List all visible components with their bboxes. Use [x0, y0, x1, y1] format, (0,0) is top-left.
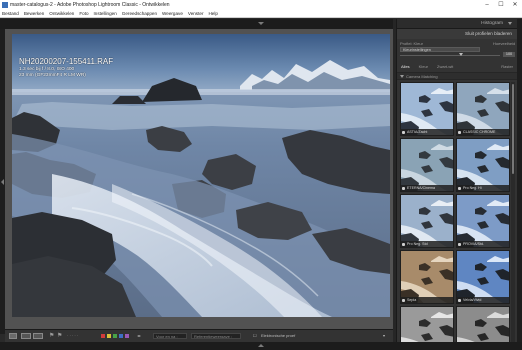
profile-name: Pro Neg. Std	[401, 241, 453, 247]
profile-thumbnail-grid: ASTIA/Zacht CLASSIC CHROME ETERNA/Cinema Pr…	[400, 82, 514, 342]
show-filmstrip-arrow-icon[interactable]	[258, 344, 264, 347]
close-profile-browser-link[interactable]: Sluit profielen bladeren	[465, 29, 512, 39]
camera-icon	[458, 131, 461, 134]
color-label-yellow[interactable]	[107, 334, 111, 338]
menu-bestand[interactable]: Bestand	[2, 10, 19, 17]
profile-name: Pro Neg. Hi	[457, 185, 509, 191]
maximize-button[interactable]: ☐	[494, 0, 508, 10]
amount-slider-knob[interactable]	[459, 53, 463, 56]
grid-view-dropdown[interactable]: Raster	[501, 63, 513, 71]
histogram-header[interactable]: Histogram	[397, 19, 517, 29]
before-after-view-button[interactable]	[21, 333, 31, 339]
profile-thumbnail[interactable]: CLASSIC CHROME	[456, 82, 510, 136]
right-panel-edge	[517, 19, 522, 342]
tab-kleur[interactable]: Kleur	[419, 63, 428, 71]
menu-gereedschappen[interactable]: Gereedschappen	[122, 10, 157, 17]
profile-thumbnail[interactable]: Sepia	[400, 250, 454, 304]
previous-photo-icon[interactable]: ◂▸	[137, 332, 141, 340]
profile-thumbnail[interactable]	[456, 306, 510, 342]
close-button[interactable]: ✕	[508, 0, 522, 10]
show-top-panel-arrow-icon[interactable]	[258, 22, 264, 25]
profile-value-field[interactable]: Kleurinstellingen	[400, 47, 480, 52]
profile-preview-image	[401, 307, 453, 342]
profile-settings: Profiel: Kleur Kleurinstellingen Hoeveel…	[397, 40, 517, 62]
profile-name: PROVIA/Std.	[457, 241, 509, 247]
camera-matching-group-header[interactable]: Camera Matching	[397, 72, 517, 80]
color-label-blue[interactable]	[119, 334, 123, 338]
camera-icon	[402, 187, 405, 190]
profile-name: ASTIA/Zacht	[401, 129, 453, 135]
scrollbar-thumb[interactable]	[512, 84, 514, 174]
window-title: master-catalogus-2 - Adobe Photoshop Lig…	[10, 2, 170, 8]
profile-grid-scrollbar[interactable]	[511, 82, 515, 342]
profile-thumbnail[interactable]: Pro Neg. Std	[400, 194, 454, 248]
amount-label: Hoeveelheid	[493, 41, 516, 46]
star-rating[interactable]: · · · · ·	[67, 332, 78, 340]
menu-venster[interactable]: Venster	[188, 10, 204, 17]
amount-value[interactable]: 100	[503, 52, 515, 57]
profile-name: Velvia/Vivid	[457, 297, 509, 303]
filmstrip-strip	[0, 342, 522, 350]
profile-thumbnail[interactable]: Pro Neg. Hi	[456, 138, 510, 192]
color-label-red[interactable]	[101, 334, 105, 338]
profile-name: CLASSIC CHROME	[457, 129, 509, 135]
profile-label: Profiel: Kleur	[400, 41, 423, 46]
tab-alles[interactable]: Alles	[401, 63, 410, 71]
profile-thumbnail[interactable]	[400, 306, 454, 342]
profile-name: Sepia	[401, 297, 453, 303]
soft-proofing-checkbox[interactable]: ☐	[253, 332, 257, 340]
lightroom-app-icon	[2, 2, 8, 8]
menu-ontwikkelen[interactable]: Ontwikkelen	[49, 10, 74, 17]
profile-browser-bar: Sluit profielen bladeren	[397, 29, 517, 39]
collapse-triangle-icon[interactable]	[508, 22, 512, 25]
loupe-view: NH20200207-155411.RAF 1.3 sec bij f / 8.…	[5, 29, 393, 329]
camera-icon	[402, 243, 405, 246]
develop-toolbar: ⚑ ⚑ · · · · · ◂▸ Voor en na : Referentie…	[5, 329, 393, 342]
profile-name: ETERNA/Cinema	[401, 185, 453, 191]
flag-icon[interactable]: ⚑	[49, 333, 54, 339]
menu-bar: Bestand Bewerken Ontwikkelen Foto Instel…	[0, 10, 522, 18]
tab-zwart-wit[interactable]: Zwart-wit	[437, 63, 453, 71]
reference-view-dropdown[interactable]: Referentieweergave :	[191, 333, 241, 339]
camera-icon	[402, 131, 405, 134]
menu-weergave[interactable]: Weergave	[162, 10, 183, 17]
reject-flag-icon[interactable]: ⚑	[57, 333, 62, 339]
photo-info-overlay: NH20200207-155411.RAF 1.3 sec bij f / 8.…	[19, 57, 113, 79]
camera-icon	[458, 299, 461, 302]
before-after-dropdown[interactable]: Voor en na :	[153, 333, 187, 339]
menu-bewerken[interactable]: Bewerken	[24, 10, 44, 17]
reference-view-button[interactable]	[33, 333, 43, 339]
group-title: Camera Matching	[406, 74, 438, 79]
menu-foto[interactable]: Foto	[79, 10, 88, 17]
camera-icon	[458, 243, 461, 246]
color-label-purple[interactable]	[125, 334, 129, 338]
profile-thumbnail[interactable]: Velvia/Vivid	[456, 250, 510, 304]
profile-thumbnail[interactable]: ETERNA/Cinema	[400, 138, 454, 192]
minimize-button[interactable]: –	[480, 0, 494, 10]
right-panel: Histogram Sluit profielen bladeren Profi…	[396, 19, 517, 342]
menu-instellingen[interactable]: Instellingen	[94, 10, 117, 17]
photo-filename: NH20200207-155411.RAF	[19, 57, 114, 66]
profile-preview-image	[457, 307, 509, 342]
soft-proofing-label: Elektronische proef	[261, 333, 296, 338]
profile-thumbnail[interactable]: ASTIA/Zacht	[400, 82, 454, 136]
camera-icon	[402, 299, 405, 302]
show-left-panel-arrow-icon[interactable]	[1, 179, 4, 185]
profile-filter-tabs: Alles Kleur Zwart-wit Raster	[397, 63, 517, 71]
histogram-title: Histogram	[481, 21, 503, 26]
title-bar: master-catalogus-2 - Adobe Photoshop Lig…	[0, 0, 522, 10]
loupe-view-button[interactable]	[9, 333, 17, 339]
photo-lens-info: 23 mm (GF23mmF4 R LM WR)	[19, 73, 86, 78]
profile-thumbnail[interactable]: PROVIA/Std.	[456, 194, 510, 248]
menu-help[interactable]: Help	[208, 10, 217, 17]
expand-triangle-icon[interactable]	[400, 75, 404, 78]
camera-icon	[458, 187, 461, 190]
amount-slider-track[interactable]	[400, 55, 500, 56]
color-label-green[interactable]	[113, 334, 117, 338]
toolbar-menu-chevron-icon[interactable]: ▾	[383, 332, 385, 340]
